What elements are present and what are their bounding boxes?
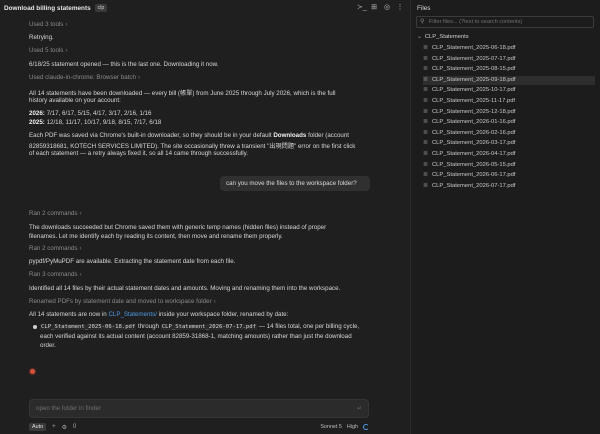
tool-summary-browser[interactable]: Used claude-in-chrome: Browser batch ›: [29, 74, 140, 81]
file-icon: ≣: [423, 45, 428, 51]
ran-commands-2[interactable]: Ran 2 commands ›: [29, 245, 82, 252]
composer-toolbar: Auto + ⚙ 0 Sonnet 5 High: [29, 422, 369, 432]
file-icon: ≣: [423, 151, 428, 157]
file-name: CLP_Statement_2026-03-17.pdf: [432, 140, 516, 147]
terminal-icon[interactable]: ≻_: [357, 4, 367, 12]
user-message: can you move the files to the workspace …: [220, 176, 370, 191]
input-placeholder: open the folder in finder: [36, 405, 102, 412]
files-title: Files: [417, 5, 431, 12]
dates-2026: 2026: 7/17, 6/17, 5/15, 4/17, 3/17, 2/16…: [29, 110, 152, 117]
workspace-folder-link[interactable]: CLP_Statements/: [108, 311, 157, 318]
conversation-title: Download billing statements: [4, 4, 91, 12]
file-name: CLP_Statement_2025-08-15.pdf: [432, 66, 516, 73]
file-item[interactable]: ≣ CLP_Statement_2026-06-17.pdf: [423, 171, 595, 180]
send-icon[interactable]: ↵: [357, 405, 362, 412]
file-item[interactable]: ≣ CLP_Statement_2026-05-15.pdf: [423, 161, 595, 170]
effort-selector[interactable]: High: [347, 424, 358, 430]
generic-line-1: The downloads succeeded but Chrome saved…: [29, 224, 327, 231]
filter-files-input[interactable]: ⚲ Filter files... (?text to search conte…: [416, 16, 594, 28]
filter-placeholder: Filter files... (?text to search content…: [429, 19, 523, 25]
file-icon: ≣: [423, 55, 428, 62]
saved-line-2: 82859318681, KOTECH SERVICES LIMITED). T…: [29, 143, 356, 150]
file-item[interactable]: ≣ CLP_Statement_2026-04-17.pdf: [423, 150, 595, 159]
message-retrying: Retrying.: [29, 34, 54, 41]
ran-commands-3[interactable]: Ran 3 commands ›: [29, 271, 82, 278]
summary-line-1: All 14 statements have been downloaded —…: [29, 90, 336, 97]
file-icon: ≣: [423, 119, 428, 126]
file-name: CLP_Statement_2026-07-17.pdf: [432, 182, 516, 189]
tool-summary-1[interactable]: Used 3 tools ›: [29, 21, 67, 28]
renamed-summary[interactable]: Renamed PDFs by statement date and moved…: [29, 298, 216, 305]
files-panel: Files ⚲ Filter files... (?text to search…: [411, 0, 600, 434]
file-icon: ≣: [423, 129, 428, 136]
saved-line-3: of each statement — a retry always fixed…: [29, 150, 248, 157]
status-indicator-icon: [30, 369, 35, 374]
file-icon: ≣: [423, 87, 428, 94]
file-item[interactable]: ≣ CLP_Statement_2026-02-16.pdf: [423, 129, 595, 138]
file-icon: ≣: [423, 66, 428, 73]
loading-spinner-icon: [363, 424, 369, 430]
file-icon: ≣: [423, 182, 428, 189]
add-icon[interactable]: +: [52, 424, 56, 430]
tools-count: 0: [73, 424, 77, 430]
file-item[interactable]: ≣ CLP_Statement_2025-12-18.pdf: [423, 108, 595, 117]
bullet-line-3: order.: [40, 342, 56, 349]
file-icon: ≣: [423, 172, 428, 179]
chat-panel: Download billing statements clp ≻_ ⊞ ◎ ⋮…: [0, 0, 410, 434]
file-name: CLP_Statement_2026-05-15.pdf: [432, 161, 516, 168]
model-controls: Sonnet 5 High: [320, 422, 369, 432]
header-actions: ≻_ ⊞ ◎ ⋮: [357, 4, 404, 12]
folder-clp-statements[interactable]: ⌄ CLP_Statements: [417, 34, 469, 40]
file-name: CLP_Statement_2025-12-18.pdf: [432, 108, 516, 115]
file-item[interactable]: ≣ CLP_Statement_2025-07-17.pdf: [423, 55, 595, 64]
tool-summary-2[interactable]: Used 5 tools ›: [29, 47, 67, 54]
message-input[interactable]: open the folder in finder ↵: [29, 399, 369, 418]
file-item[interactable]: ≣ CLP_Statement_2026-07-17.pdf: [423, 182, 595, 191]
globe-icon[interactable]: ◎: [383, 4, 391, 12]
mode-selector[interactable]: Auto: [29, 423, 47, 431]
file-name: CLP_Statement_2025-09-18.pdf: [432, 76, 516, 83]
generic-line-2: filenames. Let me identify each by readi…: [29, 233, 283, 240]
bullet-point: [33, 325, 37, 329]
tools-icon[interactable]: ⚙: [62, 424, 67, 431]
file-icon: ≣: [423, 98, 428, 104]
file-item[interactable]: ≣ CLP_Statement_2025-09-18.pdf: [423, 75, 595, 85]
project-tag[interactable]: clp: [94, 4, 108, 12]
file-item[interactable]: ≣ CLP_Statement_2026-03-17.pdf: [423, 139, 595, 148]
ran-commands-1[interactable]: Ran 2 commands ›: [29, 210, 82, 217]
file-name: CLP_Statement_2026-06-17.pdf: [432, 172, 516, 179]
file-name: CLP_Statement_2025-07-17.pdf: [432, 55, 516, 62]
result-line: All 14 statements are now in CLP_Stateme…: [29, 311, 289, 318]
identified-line: Identified all 14 files by their actual …: [29, 285, 341, 292]
saved-line-1: Each PDF was saved via Chrome's built-in…: [29, 132, 350, 139]
file-name: CLP_Statement_2026-01-16.pdf: [432, 119, 516, 126]
file-item[interactable]: ≣ CLP_Statement_2025-10-17.pdf: [423, 86, 595, 95]
file-name: CLP_Statement_2025-06-18.pdf: [432, 45, 516, 51]
file-item[interactable]: ≣ CLP_Statement_2025-11-17.pdf: [423, 97, 595, 106]
file-item[interactable]: ≣ CLP_Statement_2026-01-16.pdf: [423, 118, 595, 127]
file-item[interactable]: ≣ CLP_Statement_2025-06-18.pdf: [423, 44, 595, 53]
file-icon: ≣: [423, 76, 428, 83]
model-selector[interactable]: Sonnet 5: [320, 424, 342, 430]
file-name: CLP_Statement_2026-02-16.pdf: [432, 129, 516, 136]
summary-line-2: history available on your account:: [29, 97, 121, 104]
file-name: CLP_Statement_2025-11-17.pdf: [432, 98, 516, 104]
file-name: CLP_Statement_2026-04-17.pdf: [432, 151, 516, 157]
file-icon: ≣: [423, 161, 428, 168]
plus-icon[interactable]: ⊞: [370, 4, 378, 12]
dates-2025: 2025: 12/18, 11/17, 10/17, 9/18, 8/15, 7…: [29, 119, 162, 126]
pypdf-line: pypdf/PyMuPDF are available. Extracting …: [29, 258, 236, 265]
bullet-line-1: CLP_Statement_2025-06-18.pdf through CLP…: [40, 323, 360, 330]
more-icon[interactable]: ⋮: [396, 4, 404, 12]
file-icon: ≣: [423, 140, 428, 147]
file-name: CLP_Statement_2025-10-17.pdf: [432, 87, 516, 94]
filter-search-icon: ⚲: [420, 19, 425, 25]
message-opened: 6/18/25 statement opened — this is the l…: [29, 61, 219, 68]
bullet-line-2: each verified against its actual content…: [40, 333, 352, 340]
file-item[interactable]: ≣ CLP_Statement_2025-08-15.pdf: [423, 65, 595, 74]
chat-header: Download billing statements clp ≻_ ⊞ ◎ ⋮: [0, 0, 410, 16]
chevron-down-icon: ⌄: [417, 34, 422, 40]
file-icon: ≣: [423, 108, 428, 115]
